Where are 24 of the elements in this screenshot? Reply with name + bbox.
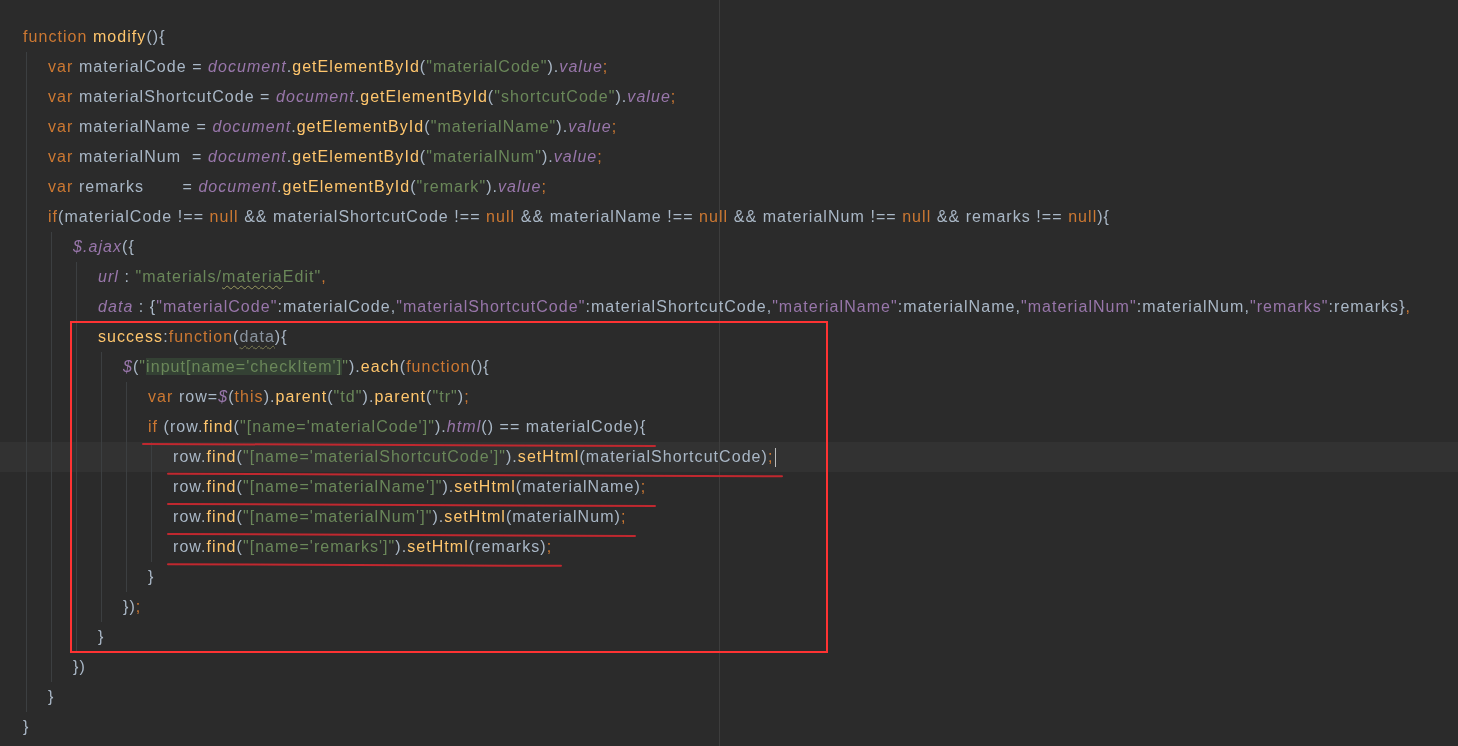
- code-line: }): [73, 657, 86, 677]
- code-line: var materialNum = document.getElementById("materialNum").value;: [48, 147, 603, 167]
- code-line: $.ajax({: [73, 237, 135, 257]
- code-line: row.find("[name='materialShortcutCode']").setHtml(materialShortcutCode);: [173, 447, 774, 467]
- code-line: if (row.find("[name='materialCode']").html() == materialCode){: [148, 417, 647, 437]
- code-line: }: [48, 687, 55, 707]
- code-line: }: [98, 627, 105, 647]
- code-line: var remarks = document.getElementById("remark").value;: [48, 177, 547, 197]
- code-line: if(materialCode !== null && materialShortcutCode !== null && materialName !== null && materialNum !== null && remarks !== null){: [48, 207, 1110, 227]
- code-line: row.find("[name='remarks']").setHtml(remarks);: [173, 537, 553, 557]
- code-line: row.find("[name='materialName']").setHtml(materialName);: [173, 477, 647, 497]
- code-line: data : {"materialCode":materialCode,"materialShortcutCode":materialShortcutCode,"materialName":materialName,"materialNum":materialNum,"remarks":remarks},: [98, 297, 1412, 317]
- code-line: }: [23, 717, 30, 737]
- code-line: var materialShortcutCode = document.getElementById("shortcutCode").value;: [48, 87, 677, 107]
- code-line: var materialName = document.getElementById("materialName").value;: [48, 117, 618, 137]
- code-line: success:function(data){: [98, 327, 288, 347]
- code-line: var materialCode = document.getElementById("materialCode").value;: [48, 57, 609, 77]
- code-line: row.find("[name='materialNum']").setHtml(materialNum);: [173, 507, 627, 527]
- code-line: $("input[name='checkItem']").each(function(){: [123, 357, 490, 377]
- code-line: function modify(){: [23, 27, 166, 47]
- code-line: var row=$(this).parent("td").parent("tr");: [148, 387, 470, 407]
- code-line: }: [148, 567, 155, 587]
- code-line: url : "materials/materiaEdit",: [98, 267, 327, 287]
- code-line: });: [123, 597, 142, 617]
